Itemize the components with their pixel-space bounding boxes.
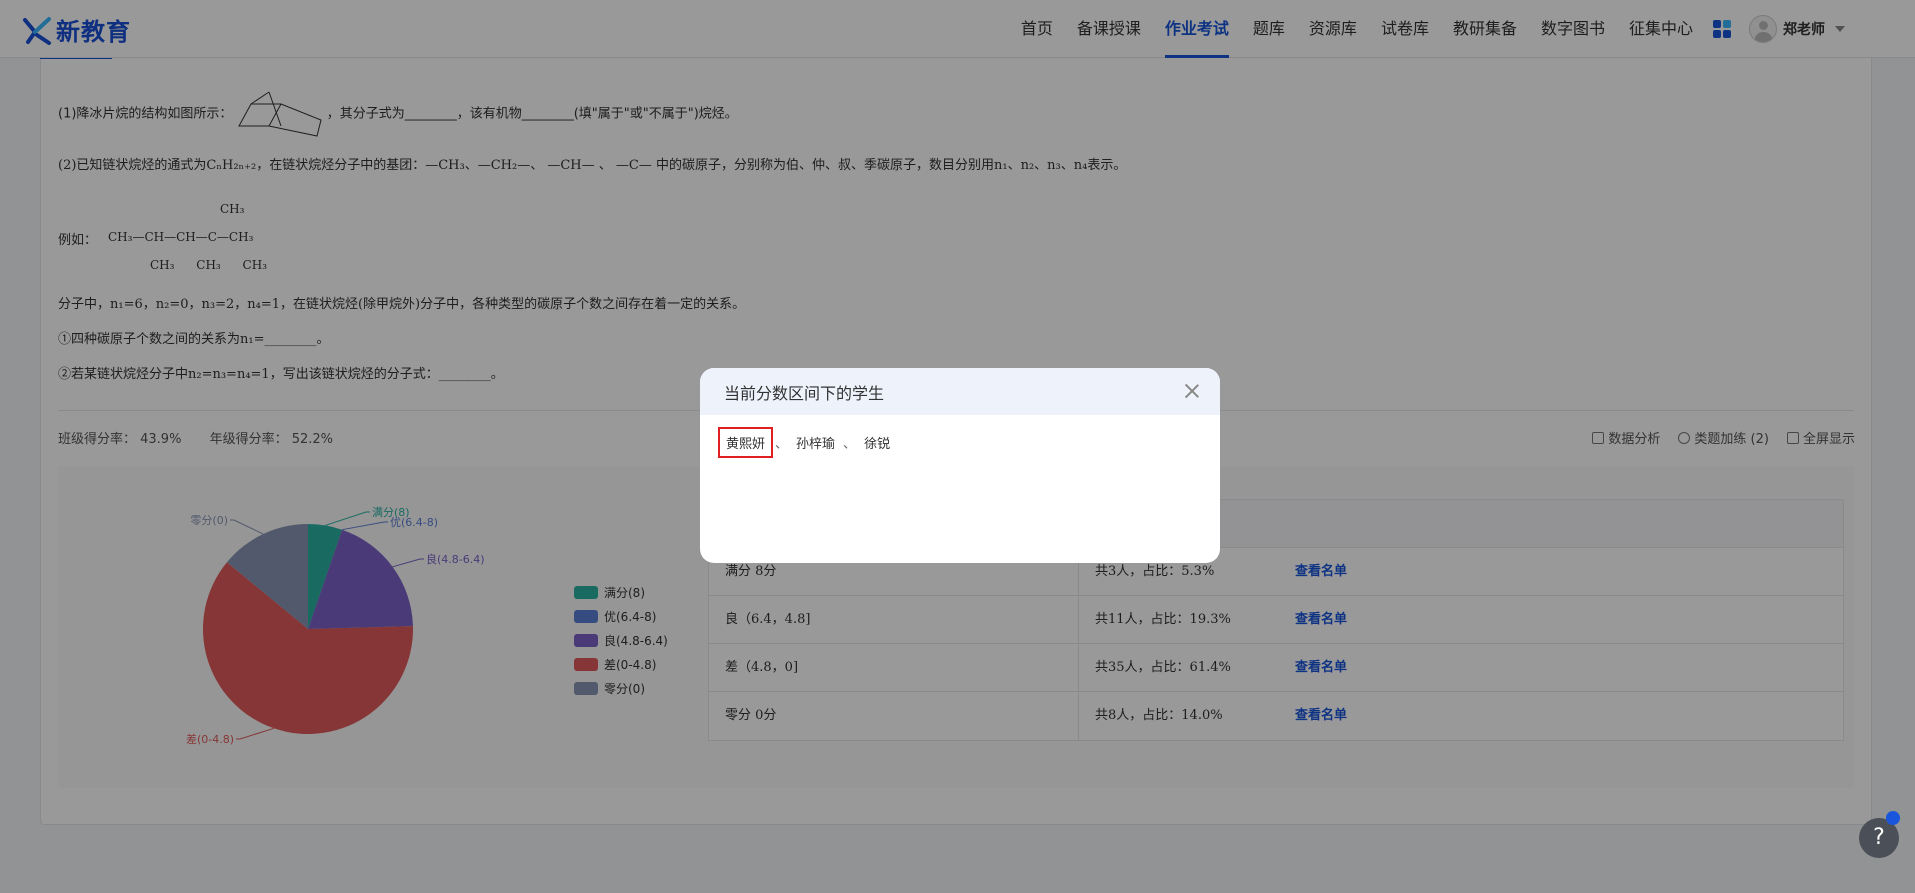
student-list: 黄熙妍 、 孙梓瑜 、 徐锐 <box>700 415 1220 458</box>
student-name[interactable]: 徐锐 <box>864 433 890 452</box>
separator: 、 <box>843 437 857 452</box>
modal-header: 当前分数区间下的学生 <box>700 368 1220 415</box>
students-modal: 当前分数区间下的学生 黄熙妍 、 孙梓瑜 、 徐锐 <box>700 368 1220 563</box>
notification-badge <box>1886 811 1900 825</box>
close-icon[interactable] <box>1184 383 1200 399</box>
student-name[interactable]: 黄熙妍 <box>717 427 774 458</box>
modal-title: 当前分数区间下的学生 <box>724 383 885 403</box>
separator: 、 <box>775 437 789 452</box>
student-name[interactable]: 孙梓瑜 <box>796 433 835 452</box>
